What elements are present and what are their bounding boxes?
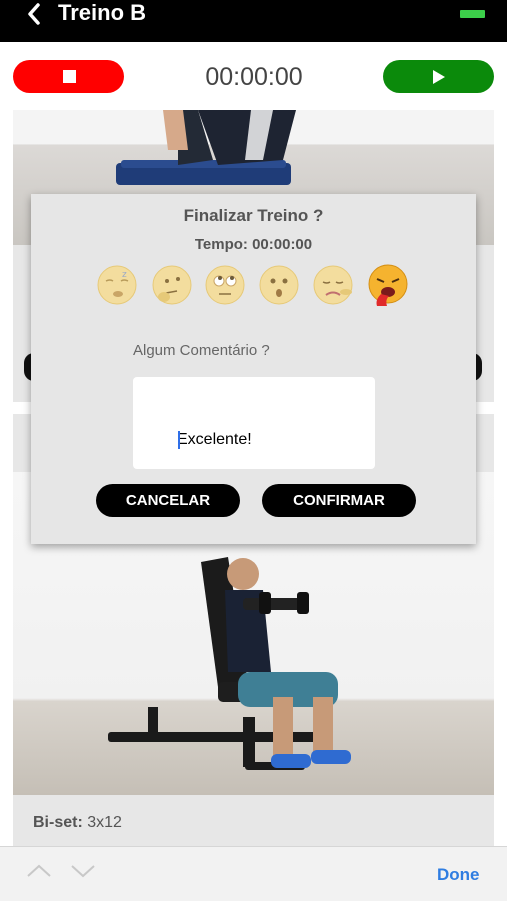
done-button[interactable]: Done [437,865,480,885]
chevron-up-icon[interactable] [26,863,52,879]
back-icon[interactable] [24,2,46,28]
timer-display: 00:00:00 [205,63,303,91]
top-bar: Treino B [0,0,507,42]
rolling-eyes-face-icon[interactable] [204,264,246,306]
text-caret [178,431,180,449]
chevron-down-icon[interactable] [70,863,96,879]
play-icon [433,70,445,84]
comment-label: Algum Comentário ? [133,342,270,359]
stop-button[interactable] [13,60,124,93]
comment-input[interactable]: Excelente! [133,377,375,469]
dialog-time: Tempo: 00:00:00 [194,236,313,253]
keyboard-toolbar: Done [0,846,507,901]
stop-icon [63,70,76,83]
finish-workout-dialog: Finalizar Treino ? Tempo: 00:00:00 z Alg… [31,194,476,544]
rating-emojis: z [91,264,421,312]
page-title: Treino B [58,0,147,25]
battery-icon [460,10,485,18]
sad-pointing-face-icon[interactable] [312,264,354,306]
play-button[interactable] [383,60,494,93]
bi-set-label: Bi-set: [33,814,83,831]
thinking-face-icon[interactable] [151,264,193,306]
bi-set-value: 3x12 [82,814,122,831]
timer-controls: 00:00:00 [0,42,507,110]
surprised-face-icon[interactable] [258,264,300,306]
comment-text: Excelente! [177,431,252,448]
cancel-button[interactable]: CANCELAR [96,484,240,517]
svg-text:z: z [122,270,127,280]
vomiting-face-icon[interactable] [367,264,409,306]
sleepy-face-icon[interactable]: z [96,264,138,306]
exercise-info: Bi-set: 3x12 [13,795,494,850]
confirm-button[interactable]: CONFIRMAR [262,484,416,517]
bi-set-text: Bi-set: 3x12 [33,814,122,832]
dialog-title: Finalizar Treino ? [183,206,324,225]
